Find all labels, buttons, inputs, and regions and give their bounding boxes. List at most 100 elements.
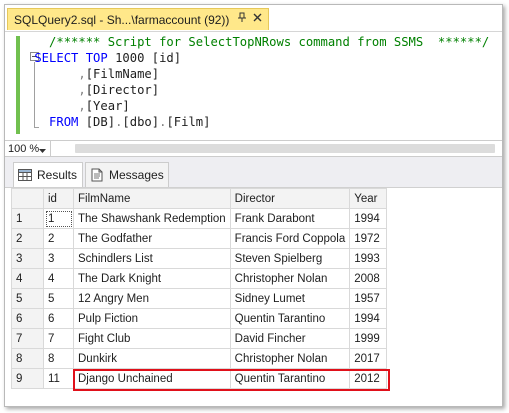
results-tab-strip: Results Messages xyxy=(5,157,502,187)
table-cell[interactable]: Django Unchained xyxy=(73,368,231,389)
tab-messages-label: Messages xyxy=(109,168,164,182)
row-number-cell[interactable]: 1 xyxy=(11,208,44,229)
table-cell[interactable]: Quentin Tarantino xyxy=(229,368,351,389)
table-cell[interactable]: 11 xyxy=(43,368,74,389)
row-number-cell[interactable]: 2 xyxy=(11,228,44,249)
table-cell[interactable]: Steven Spielberg xyxy=(229,248,351,269)
sql-keyword: TOP xyxy=(85,51,108,65)
column-header[interactable]: FilmName xyxy=(73,188,231,209)
table-cell[interactable]: 2008 xyxy=(349,268,388,289)
row-number-cell[interactable]: 6 xyxy=(11,308,44,329)
sql-token: , xyxy=(78,83,86,97)
table-cell[interactable]: 2012 xyxy=(349,368,388,389)
messages-icon xyxy=(90,168,109,182)
table-cell[interactable]: Sidney Lumet xyxy=(229,288,351,309)
code-line: FROM [DB].[dbo].[Film] xyxy=(27,114,489,130)
table-row[interactable]: 4 4 The Dark Knight Christopher Nolan 2008 xyxy=(11,268,388,289)
sql-token: 1000 [id] xyxy=(107,51,182,65)
code-line: ,[Director] xyxy=(27,82,489,98)
row-number-cell[interactable]: 8 xyxy=(11,348,44,369)
change-tracking-bar xyxy=(16,36,20,134)
chevron-down-icon xyxy=(39,145,46,157)
table-row[interactable]: 9 11 Django Unchained Quentin Tarantino 2012 xyxy=(11,368,388,389)
table-row[interactable]: 8 8 Dunkirk Christopher Nolan 2017 xyxy=(11,348,388,369)
table-cell[interactable]: 1972 xyxy=(349,228,388,249)
table-cell[interactable]: Christopher Nolan xyxy=(229,268,351,289)
table-row[interactable]: 5 5 12 Angry Men Sidney Lumet 1957 xyxy=(11,288,388,309)
table-cell[interactable]: Pulp Fiction xyxy=(73,308,231,329)
table-cell[interactable]: Francis Ford Coppola xyxy=(229,228,351,249)
table-row[interactable]: 1 1 The Shawshank Redemption Frank Darabont… xyxy=(11,208,388,229)
sql-token: [Year] xyxy=(85,99,130,113)
query-editor[interactable]: /****** Script for SelectTopNRows comman… xyxy=(5,32,502,140)
sql-token: [dbo] xyxy=(122,115,160,129)
table-cell[interactable]: 1 xyxy=(43,208,74,229)
zoom-dropdown[interactable]: 100 % xyxy=(5,141,51,156)
zoom-level: 100 % xyxy=(8,142,40,155)
sql-comment: /****** Script for SelectTopNRows comman… xyxy=(49,35,490,49)
table-cell[interactable]: 8 xyxy=(43,348,74,369)
table-cell[interactable]: 6 xyxy=(43,308,74,329)
tab-messages[interactable]: Messages xyxy=(85,162,169,187)
sql-token: , xyxy=(78,99,86,113)
table-cell[interactable]: 1994 xyxy=(349,308,388,329)
tab-results[interactable]: Results xyxy=(13,162,83,187)
table-cell[interactable]: Fight Club xyxy=(73,328,231,349)
sql-keyword: FROM xyxy=(49,115,79,129)
sql-token: [Film] xyxy=(166,115,211,129)
column-header[interactable]: id xyxy=(43,188,74,209)
code-line: ,[Year] xyxy=(27,98,489,114)
row-number-cell[interactable]: 5 xyxy=(11,288,44,309)
pin-icon[interactable] xyxy=(237,12,247,23)
document-tab[interactable]: SQLQuery2.sql - Sh...\farmaccount (92)) xyxy=(7,8,269,30)
table-cell[interactable]: Dunkirk xyxy=(73,348,231,369)
sql-keyword: SELECT xyxy=(34,51,79,65)
table-cell[interactable]: The Dark Knight xyxy=(73,268,231,289)
horizontal-scrollbar[interactable] xyxy=(75,144,495,153)
table-cell[interactable]: 2017 xyxy=(349,348,388,369)
table-cell[interactable]: 7 xyxy=(43,328,74,349)
table-cell[interactable]: Schindlers List xyxy=(73,248,231,269)
table-cell[interactable]: The Godfather xyxy=(73,228,231,249)
document-tab-bar: SQLQuery2.sql - Sh...\farmaccount (92)) xyxy=(5,5,502,32)
table-cell[interactable]: 2 xyxy=(43,228,74,249)
table-cell[interactable]: Christopher Nolan xyxy=(229,348,351,369)
table-row[interactable]: 3 3 Schindlers List Steven Spielberg 1993 xyxy=(11,248,388,269)
table-row[interactable]: 6 6 Pulp Fiction Quentin Tarantino 1994 xyxy=(11,308,388,329)
document-tab-actions xyxy=(237,12,262,23)
sql-code: /****** Script for SelectTopNRows comman… xyxy=(27,34,489,130)
row-number-cell[interactable]: 7 xyxy=(11,328,44,349)
table-cell[interactable]: 4 xyxy=(43,268,74,289)
table-cell[interactable]: 1999 xyxy=(349,328,388,349)
code-line: ,[FilmName] xyxy=(27,66,489,82)
code-line: /****** Script for SelectTopNRows comman… xyxy=(27,34,489,50)
table-cell[interactable]: 5 xyxy=(43,288,74,309)
row-number-header[interactable] xyxy=(11,188,44,209)
table-cell[interactable]: Quentin Tarantino xyxy=(229,308,351,329)
sql-token: , xyxy=(78,67,86,81)
table-cell[interactable]: 1993 xyxy=(349,248,388,269)
sql-token: [FilmName] xyxy=(85,67,160,81)
table-cell[interactable]: The Shawshank Redemption xyxy=(73,208,231,229)
column-header[interactable]: Director xyxy=(229,188,351,209)
table-row[interactable]: 7 7 Fight Club David Fincher 1999 xyxy=(11,328,388,349)
results-grid-area: id FilmName Director Year 1 1 The Shawshank R… xyxy=(5,187,502,406)
table-row[interactable]: 2 2 The Godfather Francis Ford Coppola 1972 xyxy=(11,228,388,249)
table-cell[interactable]: David Fincher xyxy=(229,328,351,349)
sql-token: [DB] xyxy=(78,115,116,129)
row-number-cell[interactable]: 3 xyxy=(11,248,44,269)
table-cell[interactable]: 3 xyxy=(43,248,74,269)
column-header[interactable]: Year xyxy=(349,188,388,209)
close-icon[interactable] xyxy=(253,13,262,22)
results-grid: id FilmName Director Year 1 1 The Shawshank R… xyxy=(11,188,388,389)
table-cell[interactable]: 1957 xyxy=(349,288,388,309)
row-number-cell[interactable]: 4 xyxy=(11,268,44,289)
row-number-cell[interactable]: 9 xyxy=(11,368,44,389)
table-cell[interactable]: 12 Angry Men xyxy=(73,288,231,309)
table-cell[interactable]: 1994 xyxy=(349,208,388,229)
table-cell[interactable]: Frank Darabont xyxy=(229,208,351,229)
